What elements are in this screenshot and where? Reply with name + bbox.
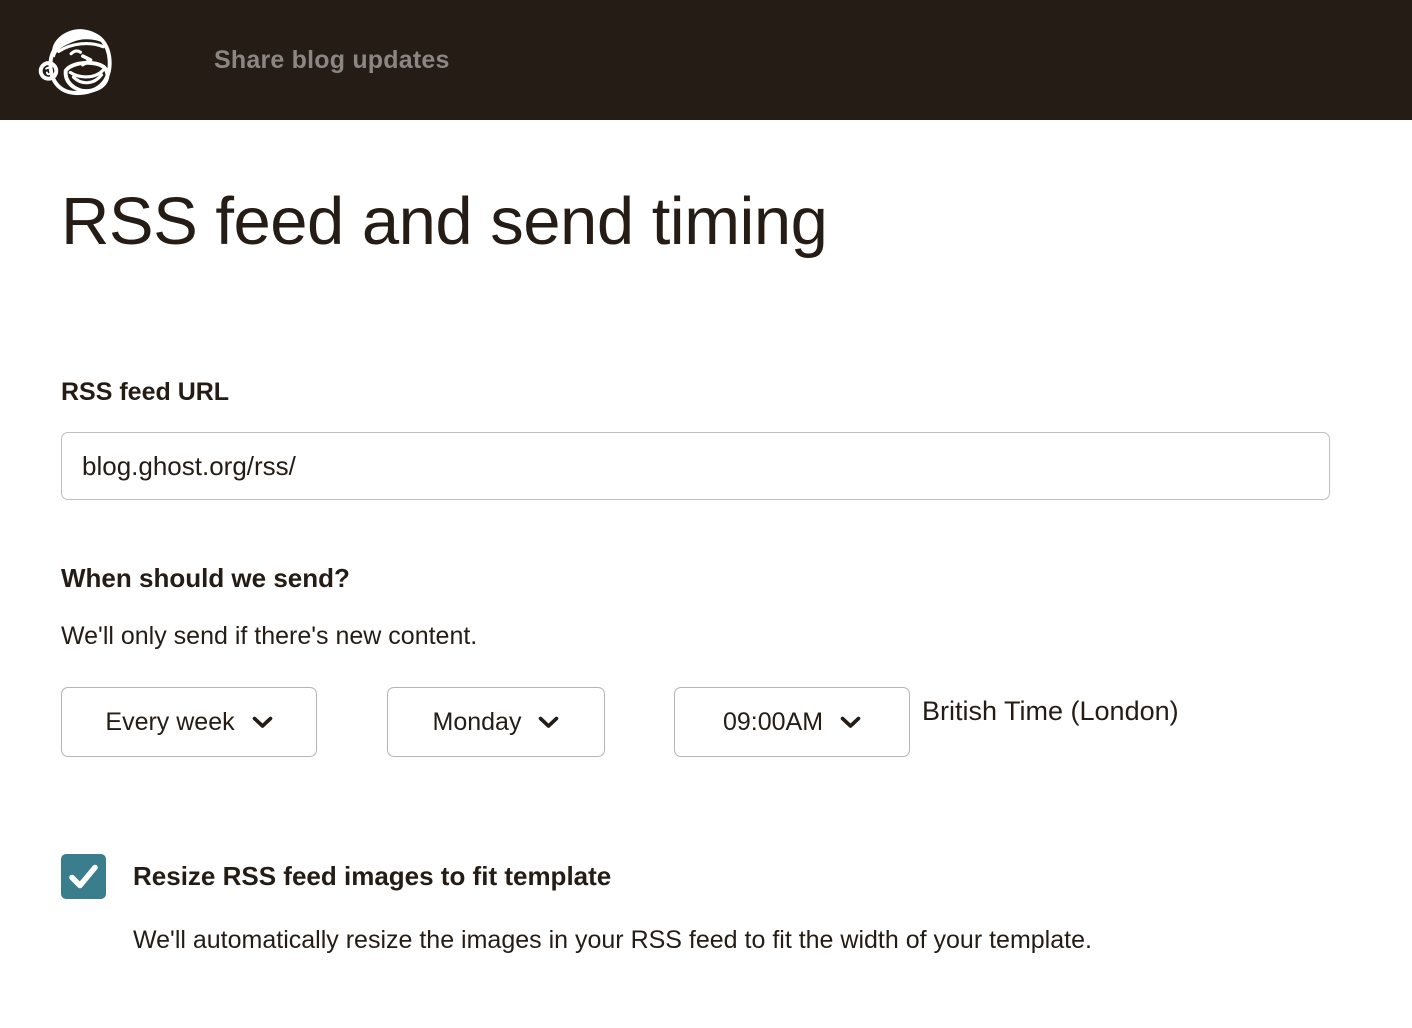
chevron-down-icon bbox=[252, 716, 273, 729]
page-title: RSS feed and send timing bbox=[61, 182, 1351, 262]
day-value: Monday bbox=[433, 708, 522, 737]
rss-feed-url-label: RSS feed URL bbox=[61, 378, 1351, 407]
checkmark-icon bbox=[61, 854, 106, 899]
chevron-down-icon bbox=[840, 716, 861, 729]
frequency-dropdown[interactable]: Every week bbox=[61, 687, 317, 757]
send-schedule-note: We'll only send if there's new content. bbox=[61, 622, 1351, 651]
time-dropdown[interactable]: 09:00AM bbox=[674, 687, 910, 757]
timezone-label: British Time (London) bbox=[922, 694, 1179, 728]
resize-images-label: Resize RSS feed images to fit template bbox=[133, 861, 611, 892]
campaign-name: Share blog updates bbox=[214, 46, 450, 75]
day-dropdown[interactable]: Monday bbox=[387, 687, 605, 757]
chevron-down-icon bbox=[538, 716, 559, 729]
mailchimp-freddie-icon[interactable] bbox=[36, 17, 114, 103]
send-schedule-heading: When should we send? bbox=[61, 563, 1351, 594]
time-value: 09:00AM bbox=[723, 708, 823, 737]
resize-images-checkbox[interactable] bbox=[61, 854, 106, 899]
frequency-value: Every week bbox=[105, 708, 234, 737]
resize-option-row: Resize RSS feed images to fit template bbox=[61, 854, 1351, 899]
mailchimp-freddie-icon-svg bbox=[36, 20, 114, 100]
rss-settings-page: RSS feed and send timing RSS feed URL Wh… bbox=[0, 182, 1412, 955]
top-bar: Share blog updates bbox=[0, 0, 1412, 120]
schedule-row: Every week Monday 09:00AM British Time (… bbox=[61, 687, 1351, 757]
resize-images-description: We'll automatically resize the images in… bbox=[133, 926, 1351, 955]
rss-feed-url-input[interactable] bbox=[61, 432, 1330, 500]
